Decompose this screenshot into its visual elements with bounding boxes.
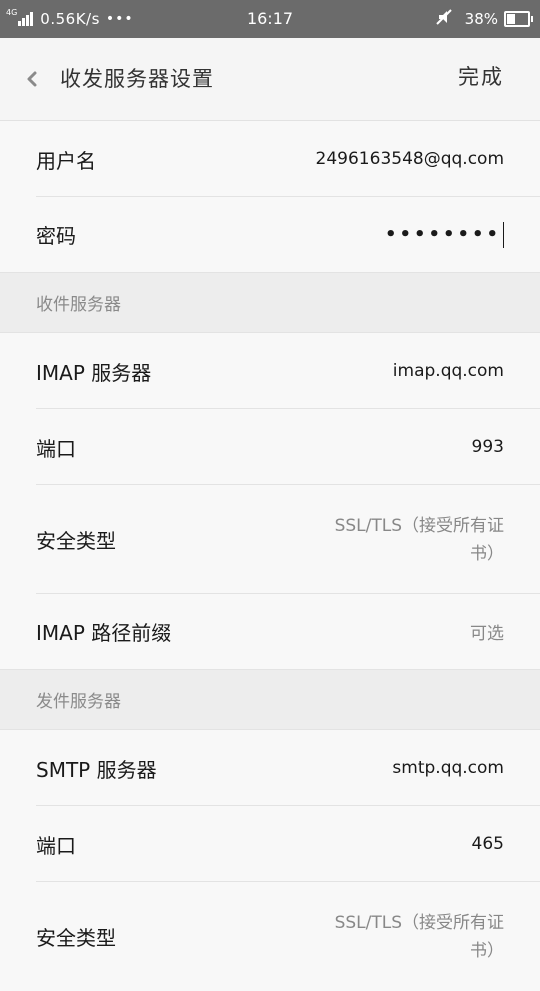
imap-server-label: IMAP 服务器 [36,360,152,385]
password-label: 密码 [36,224,76,248]
smtp-security-label: 安全类型 [36,926,116,950]
imap-path-prefix-field[interactable]: 可选 [470,594,504,669]
network-speed: 0.56K/s [40,10,100,28]
password-field[interactable]: •••••••• [385,197,504,272]
smtp-security-value[interactable]: SSL/TLS（接受所有证书） [334,882,504,991]
status-bar: 4G 0.56K/s ••• 16:17 38% [0,0,540,38]
smtp-port-label: 端口 [36,833,76,858]
chevron-left-icon [27,71,37,87]
smtp-port-row[interactable]: 端口 465 [0,806,540,882]
username-row[interactable]: 用户名 2496163548@qq.com [0,121,540,197]
imap-server-row[interactable]: IMAP 服务器 imap.qq.com [0,333,540,409]
text-cursor [503,221,504,248]
imap-port-field[interactable]: 993 [472,409,504,485]
mute-icon [435,8,453,30]
settings-list: 用户名 2496163548@qq.com 密码 •••••••• 收件服务器 … [0,121,540,991]
network-type: 4G [6,8,18,17]
more-notifications-icon: ••• [105,11,134,27]
imap-path-prefix-row[interactable]: IMAP 路径前缀 可选 [0,594,540,669]
smtp-server-label: SMTP 服务器 [36,757,157,782]
signal-icon [18,12,34,26]
outgoing-section-title: 发件服务器 [36,692,121,712]
imap-server-field[interactable]: imap.qq.com [393,333,504,409]
back-button[interactable] [18,62,46,96]
smtp-security-row[interactable]: 安全类型 SSL/TLS（接受所有证书） [0,882,540,991]
outgoing-section-header: 发件服务器 [0,669,540,730]
page-title: 收发服务器设置 [60,67,214,91]
imap-port-row[interactable]: 端口 993 [0,409,540,485]
battery-icon [504,11,533,27]
username-label: 用户名 [36,148,96,173]
username-field[interactable]: 2496163548@qq.com [316,121,504,197]
battery-fill [507,14,515,24]
imap-path-prefix-label: IMAP 路径前缀 [36,621,172,645]
status-left: 4G 0.56K/s ••• [6,0,134,38]
imap-security-label: 安全类型 [36,529,116,553]
incoming-section-title: 收件服务器 [36,295,121,315]
title-bar: 收发服务器设置 完成 [0,38,540,121]
smtp-server-field[interactable]: smtp.qq.com [392,730,504,806]
password-dots: •••••••• [384,224,501,245]
done-button[interactable]: 完成 [458,38,504,116]
imap-security-value[interactable]: SSL/TLS（接受所有证书） [334,485,504,594]
smtp-server-row[interactable]: SMTP 服务器 smtp.qq.com [0,730,540,806]
incoming-section-header: 收件服务器 [0,272,540,333]
battery-percent: 38% [464,10,498,28]
password-row[interactable]: 密码 •••••••• [0,197,540,272]
smtp-port-field[interactable]: 465 [472,806,504,882]
imap-security-row[interactable]: 安全类型 SSL/TLS（接受所有证书） [0,485,540,594]
imap-port-label: 端口 [36,436,76,461]
status-right: 38% [435,0,533,38]
